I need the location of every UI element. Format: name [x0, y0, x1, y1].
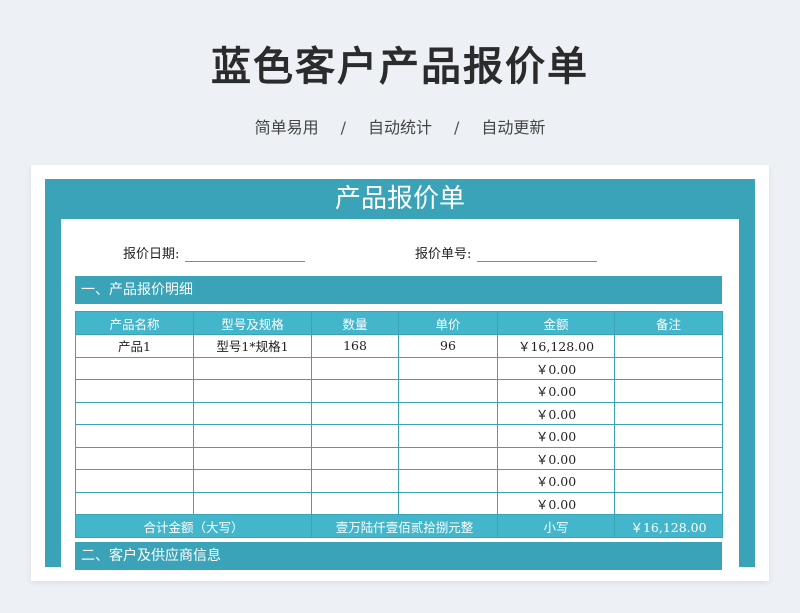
quote-number-field[interactable] — [477, 260, 598, 262]
total-row: 合计金额（大写） 壹万陆仟壹佰贰拾捌元整 小写 ￥16,128.00 — [75, 514, 723, 538]
cell-unit-price[interactable] — [398, 446, 498, 470]
table-row: ￥0.00 — [75, 424, 723, 448]
feature-auto-update: 自动更新 — [481, 118, 546, 137]
cell-model-spec[interactable] — [193, 356, 312, 380]
sheet-body: 报价日期: 报价单号: 一、产品报价明细 产品名称 型号及规格 数量 单价 金额… — [61, 219, 739, 570]
cell-unit-price[interactable] — [398, 469, 498, 493]
table-header-row: 产品名称 型号及规格 数量 单价 金额 备注 — [75, 311, 723, 335]
cell-model-spec[interactable]: 型号1*规格1 — [193, 334, 312, 358]
cell-quantity[interactable] — [311, 379, 399, 403]
cell-amount: ￥16,128.00 — [497, 334, 615, 358]
cell-model-spec[interactable] — [193, 424, 312, 448]
col-quantity: 数量 — [311, 311, 399, 335]
section-customer-supplier: 二、客户及供应商信息 — [75, 542, 722, 570]
cell-remark[interactable] — [614, 469, 723, 493]
col-model-spec: 型号及规格 — [193, 311, 312, 335]
cell-remark[interactable] — [614, 356, 723, 380]
feature-auto-stat: 自动统计 — [367, 118, 432, 137]
total-uppercase-value: 壹万陆仟壹佰贰拾捌元整 — [311, 514, 498, 538]
cell-quantity[interactable] — [311, 401, 399, 425]
table-row: ￥0.00 — [75, 491, 723, 515]
cell-quantity[interactable] — [311, 491, 399, 515]
cell-unit-price[interactable] — [398, 424, 498, 448]
col-amount: 金额 — [497, 311, 615, 335]
cell-model-spec[interactable] — [193, 446, 312, 470]
cell-quantity[interactable] — [311, 469, 399, 493]
cell-product-name[interactable] — [75, 379, 194, 403]
cell-amount: ￥0.00 — [497, 401, 615, 425]
cell-unit-price[interactable] — [398, 379, 498, 403]
sheet-title: 产品报价单 — [334, 184, 465, 214]
table-row: ￥0.00 — [75, 379, 723, 403]
quote-date-label: 报价日期: — [123, 247, 180, 262]
cell-model-spec[interactable] — [193, 469, 312, 493]
cell-remark[interactable] — [614, 334, 723, 358]
section-product-details: 一、产品报价明细 — [75, 276, 722, 304]
total-label: 合计金额（大写） — [75, 514, 312, 538]
cell-amount: ￥0.00 — [497, 424, 615, 448]
cell-amount: ￥0.00 — [497, 446, 615, 470]
cell-product-name[interactable]: 产品1 — [75, 334, 194, 358]
cell-amount: ￥0.00 — [497, 379, 615, 403]
col-remark: 备注 — [614, 311, 723, 335]
feature-tagline: 简单易用 / 自动统计 / 自动更新 — [0, 114, 800, 138]
quote-date-field[interactable] — [185, 260, 306, 262]
cell-quantity[interactable]: 168 — [311, 334, 399, 358]
cell-model-spec[interactable] — [193, 379, 312, 403]
cell-product-name[interactable] — [75, 401, 194, 425]
cell-model-spec[interactable] — [193, 401, 312, 425]
cell-remark[interactable] — [614, 491, 723, 515]
cell-amount: ￥0.00 — [497, 356, 615, 380]
cell-unit-price[interactable] — [398, 356, 498, 380]
cell-quantity[interactable] — [311, 356, 399, 380]
quote-table: 产品名称 型号及规格 数量 单价 金额 备注 产品1 型号1*规格1 168 9… — [75, 311, 723, 538]
table-row: 产品1 型号1*规格1 168 96 ￥16,128.00 — [75, 334, 723, 358]
total-small-label: 小写 — [497, 514, 615, 538]
cell-quantity[interactable] — [311, 424, 399, 448]
quote-number: 报价单号: — [415, 243, 598, 262]
cell-amount: ￥0.00 — [497, 491, 615, 515]
cell-quantity[interactable] — [311, 446, 399, 470]
feature-easy: 简单易用 — [254, 118, 319, 137]
cell-remark[interactable] — [614, 401, 723, 425]
cell-product-name[interactable] — [75, 446, 194, 470]
cell-remark[interactable] — [614, 424, 723, 448]
total-small-value: ￥16,128.00 — [614, 514, 723, 538]
table-row: ￥0.00 — [75, 356, 723, 380]
cell-unit-price[interactable] — [398, 491, 498, 515]
cell-unit-price[interactable] — [398, 401, 498, 425]
cell-unit-price[interactable]: 96 — [398, 334, 498, 358]
cell-amount: ￥0.00 — [497, 469, 615, 493]
table-row: ￥0.00 — [75, 401, 723, 425]
cell-model-spec[interactable] — [193, 491, 312, 515]
cell-product-name[interactable] — [75, 491, 194, 515]
quote-date: 报价日期: — [123, 243, 306, 262]
table-row: ￥0.00 — [75, 446, 723, 470]
col-unit-price: 单价 — [398, 311, 498, 335]
cell-product-name[interactable] — [75, 356, 194, 380]
col-product-name: 产品名称 — [75, 311, 194, 335]
table-row: ￥0.00 — [75, 469, 723, 493]
separator: / — [340, 118, 346, 137]
cell-remark[interactable] — [614, 379, 723, 403]
cell-product-name[interactable] — [75, 469, 194, 493]
page-title: 蓝色客户产品报价单 — [211, 44, 589, 90]
quote-sheet: 产品报价单 报价日期: 报价单号: 一、产品报价明细 产品名称 型号及规格 数量… — [31, 165, 769, 581]
cell-product-name[interactable] — [75, 424, 194, 448]
cell-remark[interactable] — [614, 446, 723, 470]
quote-number-label: 报价单号: — [415, 247, 472, 262]
separator: / — [454, 118, 460, 137]
sheet-frame: 产品报价单 报价日期: 报价单号: 一、产品报价明细 产品名称 型号及规格 数量… — [45, 179, 755, 570]
